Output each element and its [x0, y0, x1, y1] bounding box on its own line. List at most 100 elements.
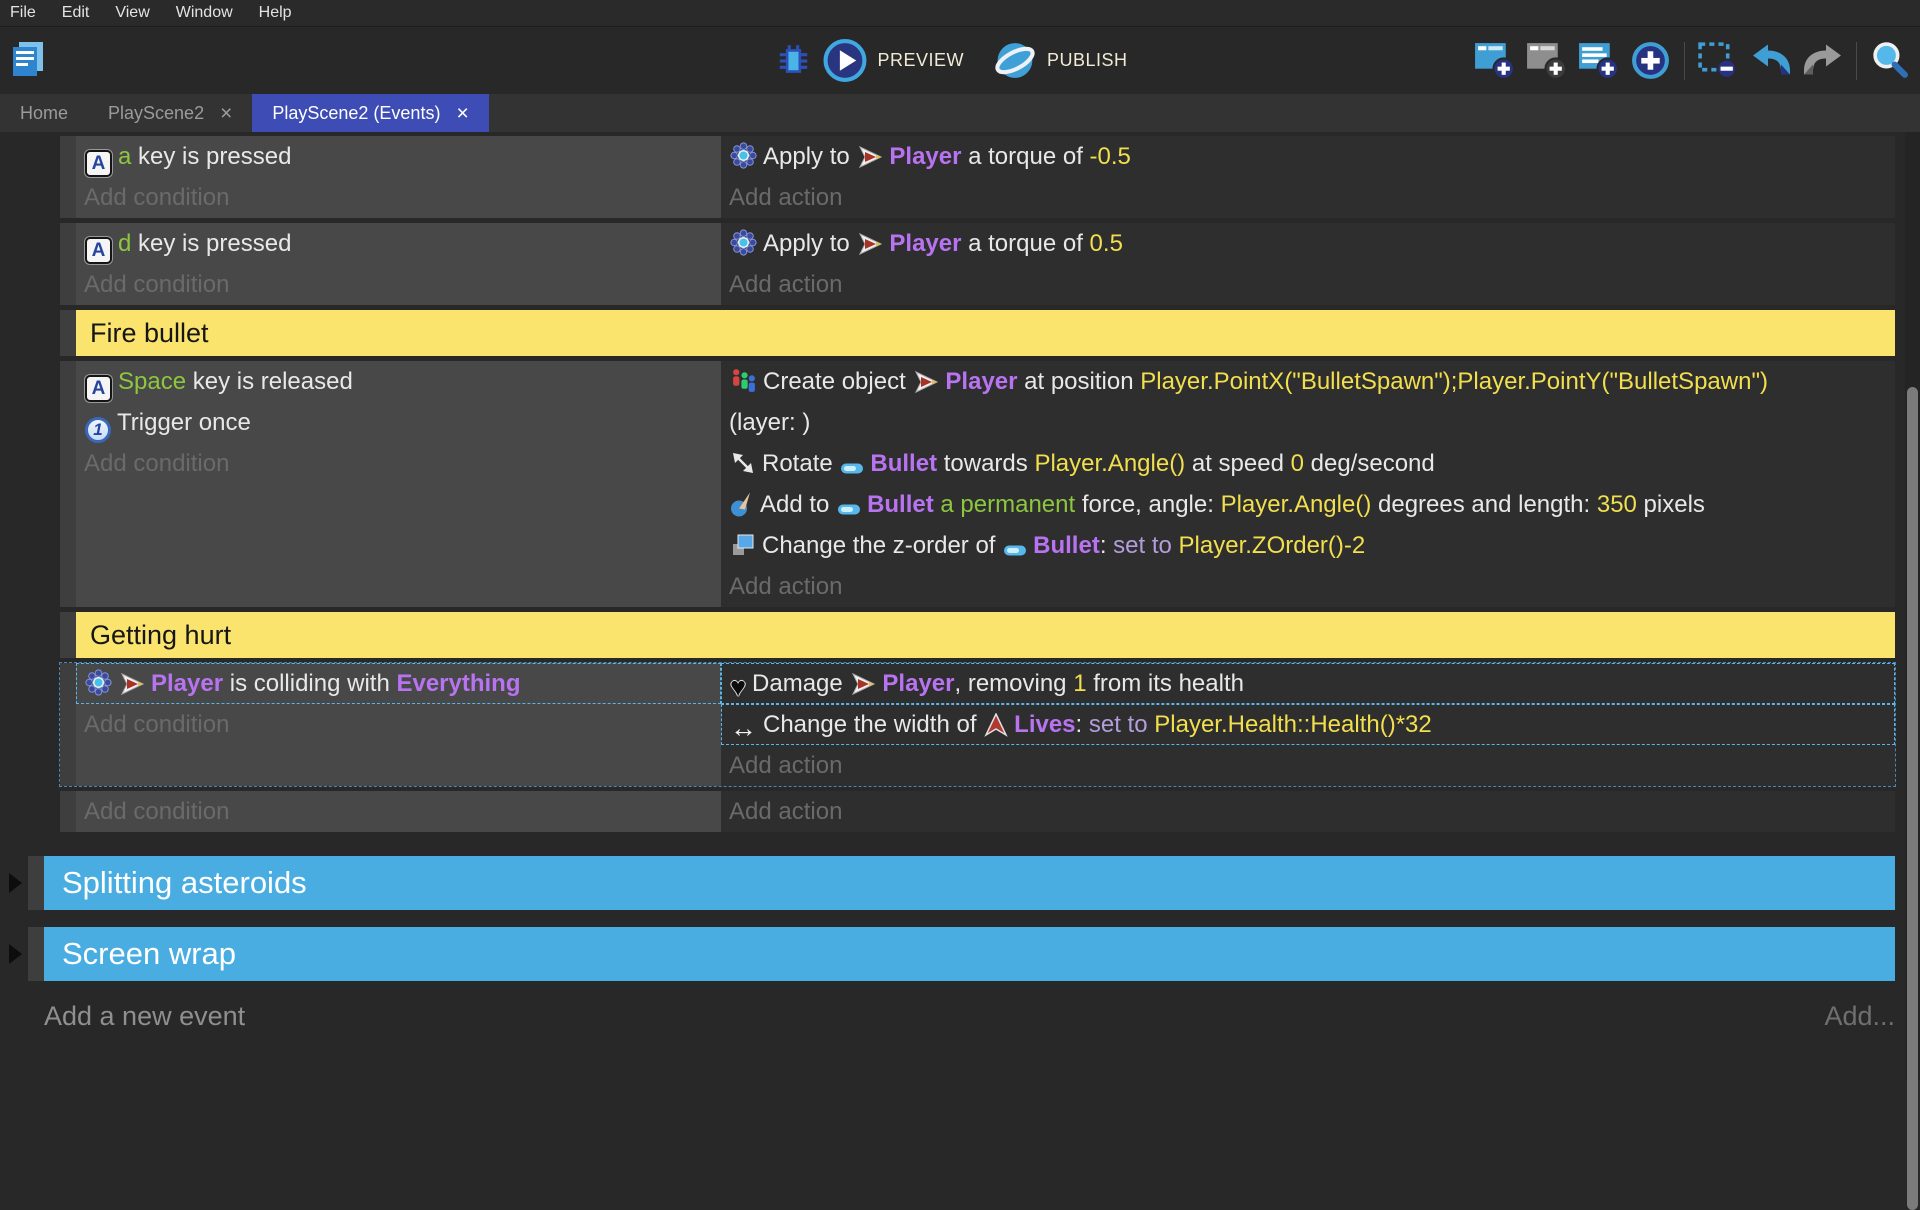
- physics-icon: [85, 669, 112, 696]
- delete-selection-icon[interactable]: [1695, 37, 1742, 85]
- text-segment: (layer: ): [729, 409, 810, 436]
- bullet-icon: [837, 502, 861, 517]
- add-action-button[interactable]: Add action: [721, 177, 1895, 218]
- text-segment: set to: [1089, 711, 1154, 738]
- text-segment: :: [1100, 532, 1113, 559]
- text-segment: Player: [945, 368, 1017, 395]
- tab-home[interactable]: Home: [0, 94, 88, 132]
- redo-icon[interactable]: [1799, 37, 1846, 85]
- text-segment: Player.ZOrder()-2: [1179, 532, 1366, 559]
- event-gutter: [60, 223, 76, 305]
- action[interactable]: Rotate Bullet towards Player.Angle() at …: [721, 443, 1895, 484]
- toolbar-right: [1471, 27, 1914, 94]
- action[interactable]: Create object Player at position Player.…: [721, 361, 1895, 443]
- physics-icon: [730, 229, 757, 256]
- project-manager-icon[interactable]: [8, 39, 48, 79]
- tab-playscene2-events-[interactable]: PlayScene2 (Events)×: [252, 94, 488, 132]
- menu-item-file[interactable]: File: [0, 4, 49, 22]
- add-subevent-icon[interactable]: [1523, 37, 1570, 85]
- event-gutter: [60, 791, 76, 832]
- width-arrow-icon: ↔: [730, 715, 757, 742]
- add-comment-icon[interactable]: [1575, 37, 1622, 85]
- conditions-cell: Player is colliding with EverythingAdd c…: [76, 663, 721, 786]
- debugger-icon[interactable]: [774, 42, 812, 80]
- event-comment[interactable]: Fire bullet: [76, 310, 1895, 356]
- add-condition-button[interactable]: Add condition: [76, 264, 721, 305]
- actions-cell: ♥Damage Player, removing 1 from its heal…: [721, 663, 1895, 786]
- publish-icon[interactable]: [992, 38, 1037, 83]
- add-action-button[interactable]: Add action: [721, 745, 1895, 786]
- action[interactable]: ↔Change the width of Lives: set to Playe…: [721, 704, 1895, 745]
- menu-item-view[interactable]: View: [102, 4, 162, 22]
- close-tab-icon[interactable]: ×: [220, 103, 232, 124]
- action[interactable]: Apply to Player a torque of -0.5: [721, 136, 1895, 177]
- event-gutter: [28, 856, 44, 910]
- add-condition-button[interactable]: Add condition: [76, 791, 721, 832]
- actions-cell: Add action: [721, 791, 1895, 832]
- undo-icon[interactable]: [1747, 37, 1794, 85]
- collapse-arrow-icon[interactable]: [9, 944, 22, 964]
- add-condition-button[interactable]: Add condition: [76, 704, 721, 745]
- add-circle-icon[interactable]: [1627, 37, 1674, 85]
- actions-cell: Apply to Player a torque of -0.5Add acti…: [721, 136, 1895, 218]
- menu-item-window[interactable]: Window: [163, 4, 246, 22]
- player-ship-icon: [913, 370, 939, 394]
- condition[interactable]: Player is colliding with Everything: [76, 663, 721, 704]
- add-condition-button[interactable]: Add condition: [76, 443, 721, 484]
- events-footer: Add a new event Add...: [44, 1001, 1895, 1032]
- publish-button[interactable]: PUBLISH: [1047, 50, 1128, 71]
- text-segment: deg/second: [1304, 450, 1435, 477]
- condition[interactable]: ASpace key is released: [76, 361, 721, 402]
- player-ship-icon: [850, 672, 876, 696]
- add-action-button[interactable]: Add action: [721, 791, 1895, 832]
- menu-bar: FileEditViewWindowHelp: [0, 0, 1920, 27]
- conditions-cell: Aa key is pressedAdd condition: [76, 136, 721, 218]
- event-comment[interactable]: Getting hurt: [76, 612, 1895, 658]
- event-group[interactable]: Screen wrap: [44, 927, 1895, 981]
- menu-item-help[interactable]: Help: [246, 4, 305, 22]
- text-segment: Everything: [396, 670, 520, 697]
- tab-bar: HomePlayScene2×PlayScene2 (Events)×: [0, 94, 1920, 132]
- action[interactable]: Apply to Player a torque of 0.5: [721, 223, 1895, 264]
- text-segment: is colliding with: [223, 670, 396, 697]
- condition[interactable]: 1Trigger once: [76, 402, 721, 443]
- group-row: Screen wrap: [28, 927, 1895, 981]
- add-event-icon[interactable]: [1471, 37, 1518, 85]
- text-segment: Create object: [763, 368, 912, 395]
- text-segment: a: [118, 143, 131, 170]
- condition[interactable]: Aa key is pressed: [76, 136, 721, 177]
- tab-playscene2[interactable]: PlayScene2×: [88, 94, 252, 132]
- add-condition-button[interactable]: Add condition: [76, 177, 721, 218]
- preview-icon[interactable]: [822, 38, 867, 83]
- search-icon[interactable]: [1867, 37, 1914, 85]
- event-gutter: [60, 310, 76, 356]
- rotate-icon: [730, 450, 756, 476]
- action[interactable]: Change the z-order of Bullet: set to Pla…: [721, 525, 1895, 566]
- event-group[interactable]: Splitting asteroids: [44, 856, 1895, 910]
- condition[interactable]: Ad key is pressed: [76, 223, 721, 264]
- preview-button[interactable]: PREVIEW: [877, 50, 964, 71]
- text-segment: Change the width of: [763, 711, 983, 738]
- collapse-arrow-icon[interactable]: [9, 873, 22, 893]
- text-segment: , removing: [954, 670, 1073, 697]
- add-button[interactable]: Add...: [1824, 1001, 1895, 1032]
- close-tab-icon[interactable]: ×: [456, 103, 468, 124]
- text-segment: -0.5: [1090, 143, 1131, 170]
- event-row: Player is colliding with EverythingAdd c…: [60, 663, 1895, 786]
- add-action-button[interactable]: Add action: [721, 566, 1895, 607]
- add-new-event-button[interactable]: Add a new event: [44, 1001, 245, 1032]
- keyboard-key-icon: A: [85, 237, 112, 264]
- text-segment: Player.Angle(): [1034, 450, 1185, 477]
- menu-item-edit[interactable]: Edit: [49, 4, 103, 22]
- event-gutter: [28, 927, 44, 981]
- action[interactable]: Add to Bullet a permanent force, angle: …: [721, 484, 1895, 525]
- action[interactable]: ♥Damage Player, removing 1 from its heal…: [721, 663, 1895, 704]
- text-segment: Player: [889, 230, 961, 257]
- scrollbar-thumb[interactable]: [1907, 387, 1918, 1210]
- text-segment: key is pressed: [131, 143, 291, 170]
- scrollbar[interactable]: [1905, 132, 1920, 1080]
- text-segment: Add to: [760, 491, 836, 518]
- add-action-button[interactable]: Add action: [721, 264, 1895, 305]
- create-object-icon: [730, 367, 757, 394]
- event-gutter: [60, 663, 76, 786]
